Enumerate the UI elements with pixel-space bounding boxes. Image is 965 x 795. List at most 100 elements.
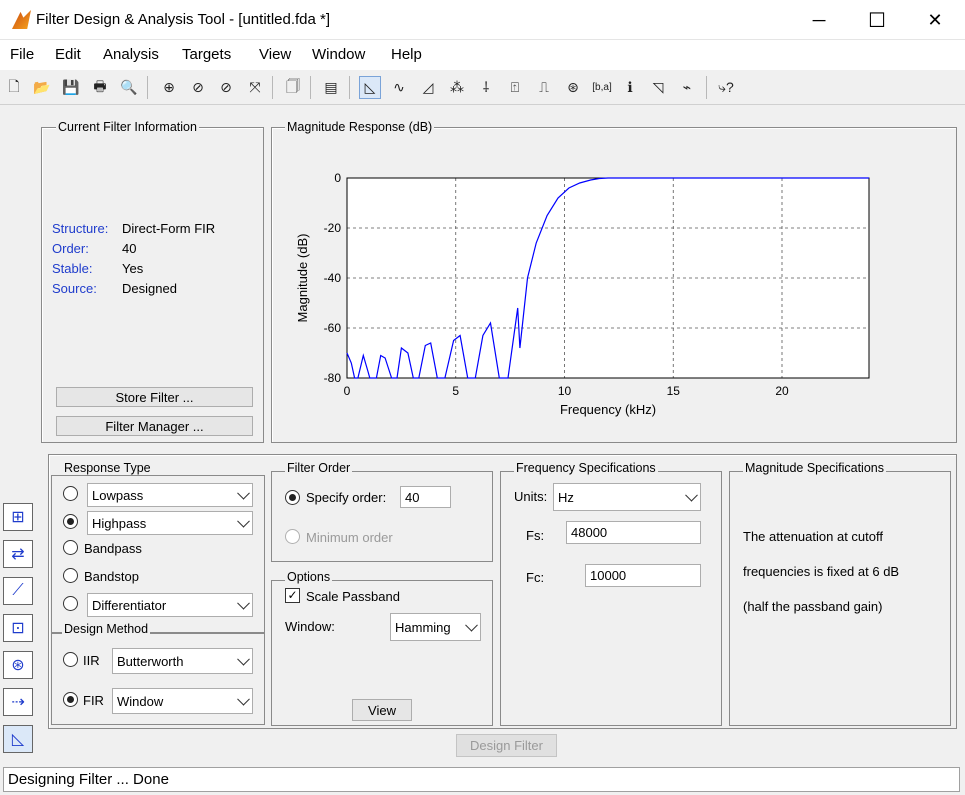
window-select-value: Hamming bbox=[395, 619, 451, 635]
new-icon[interactable]: 🗋 bbox=[3, 76, 25, 99]
menu-targets[interactable]: Targets bbox=[182, 46, 231, 63]
fc-input[interactable]: 10000 bbox=[585, 564, 701, 587]
impulse-icon[interactable]: ⍐ bbox=[504, 76, 526, 99]
specify-order-label: Specify order: bbox=[306, 490, 387, 505]
zoom-y-icon[interactable]: ⊘ bbox=[215, 76, 237, 99]
differentiator-select[interactable]: Differentiator bbox=[87, 593, 253, 617]
status-bar: Designing Filter ... Done bbox=[3, 767, 960, 792]
menu-window[interactable]: Window bbox=[312, 46, 365, 63]
iir-type-select[interactable]: Butterworth bbox=[112, 648, 253, 674]
sidebar-design-icon[interactable]: ⟋ bbox=[3, 577, 33, 605]
filter-manager-button[interactable]: Filter Manager ... bbox=[56, 416, 253, 436]
specify-order-radio[interactable] bbox=[285, 490, 300, 505]
window-select[interactable]: Hamming bbox=[390, 613, 481, 641]
print-icon[interactable]: 🖶 bbox=[89, 76, 111, 99]
step-icon[interactable]: ⎍ bbox=[533, 76, 555, 99]
menu-edit[interactable]: Edit bbox=[55, 46, 81, 63]
magnitude-estimate-icon[interactable]: ◹ bbox=[647, 76, 669, 99]
x-tick-label: 10 bbox=[558, 384, 572, 398]
print-preview-icon[interactable]: 🔍 bbox=[118, 76, 140, 99]
minimize-button[interactable]: ─ bbox=[790, 0, 848, 40]
toolbar-separator bbox=[706, 76, 707, 99]
current-filter-legend: Current Filter Information bbox=[56, 120, 199, 134]
highpass-select[interactable]: Highpass bbox=[87, 511, 253, 535]
new-figure-icon[interactable]: 🗍 bbox=[282, 76, 304, 99]
phase-icon[interactable]: ∿ bbox=[388, 76, 410, 99]
scale-passband-checkbox[interactable]: ✓ bbox=[285, 588, 300, 603]
filter-specs-icon[interactable]: ▤ bbox=[320, 76, 342, 99]
zoom-in-icon[interactable]: ⊕ bbox=[158, 76, 180, 99]
y-tick-label: -20 bbox=[324, 221, 342, 235]
minimum-order-label: Minimum order bbox=[306, 530, 393, 545]
frequency-specs-legend: Frequency Specifications bbox=[514, 461, 658, 475]
chevron-down-icon bbox=[237, 596, 250, 610]
scale-passband-label: Scale Passband bbox=[306, 589, 400, 604]
fir-type-select[interactable]: Window bbox=[112, 688, 253, 714]
sidebar-quantize-icon[interactable]: ⊡ bbox=[3, 614, 33, 642]
units-select-value: Hz bbox=[558, 489, 574, 505]
order-input[interactable]: 40 bbox=[400, 486, 451, 508]
source-label: Source: bbox=[52, 281, 97, 296]
x-tick-label: 5 bbox=[452, 384, 459, 398]
fir-radio[interactable] bbox=[63, 692, 78, 707]
maximize-button[interactable]: ☐ bbox=[848, 0, 906, 40]
chevron-down-icon bbox=[685, 488, 698, 502]
chevron-down-icon bbox=[237, 692, 250, 706]
mag-specs-text-3: (half the passband gain) bbox=[743, 599, 883, 614]
fc-label: Fc: bbox=[526, 570, 545, 585]
menu-view[interactable]: View bbox=[259, 46, 291, 63]
magnitude-icon[interactable]: ◺ bbox=[359, 76, 381, 99]
window-label: Window: bbox=[285, 619, 335, 634]
minimum-order-radio[interactable] bbox=[285, 529, 300, 544]
x-axis-label: Frequency (kHz) bbox=[560, 402, 656, 417]
coefficients-icon[interactable]: [b,a] bbox=[591, 76, 613, 99]
differentiator-radio[interactable] bbox=[63, 596, 78, 611]
window-title: Filter Design & Analysis Tool - [untitle… bbox=[36, 11, 331, 28]
magnitude-response-legend: Magnitude Response (dB) bbox=[285, 120, 435, 134]
whats-this-icon[interactable]: ⤷? bbox=[715, 76, 737, 99]
units-label: Units: bbox=[514, 489, 548, 504]
store-filter-button[interactable]: Store Filter ... bbox=[56, 387, 253, 407]
magnitude-response-chart[interactable]: 0 5 10 15 20 0 -20 -40 -60 -80 Frequency (kHz) Magn… bbox=[272, 140, 956, 440]
sidebar-pole-zero-icon[interactable]: ⊛ bbox=[3, 651, 33, 679]
highpass-radio[interactable] bbox=[63, 514, 78, 529]
fs-input[interactable]: 48000 bbox=[566, 521, 701, 544]
mag-phase-icon[interactable]: ◿ bbox=[417, 76, 439, 99]
phase-delay-icon[interactable]: ⸸ bbox=[475, 76, 497, 99]
toolbar-separator bbox=[147, 76, 148, 99]
y-tick-label: -80 bbox=[324, 371, 342, 385]
bandpass-radio[interactable] bbox=[63, 540, 78, 555]
mag-specs-text-1: The attenuation at cutoff bbox=[743, 529, 883, 544]
sidebar-multirate-icon[interactable]: ◺ bbox=[3, 725, 33, 753]
magnitude-specs-legend: Magnitude Specifications bbox=[743, 461, 886, 475]
source-value: Designed bbox=[122, 281, 177, 296]
bandstop-radio[interactable] bbox=[63, 568, 78, 583]
chevron-down-icon bbox=[465, 618, 478, 632]
units-select[interactable]: Hz bbox=[553, 483, 701, 511]
menu-help[interactable]: Help bbox=[391, 46, 422, 63]
view-button[interactable]: View bbox=[352, 699, 412, 721]
save-icon[interactable]: 💾 bbox=[60, 76, 82, 99]
chevron-down-icon bbox=[237, 652, 250, 666]
menu-analysis[interactable]: Analysis bbox=[103, 46, 159, 63]
y-tick-label: -40 bbox=[324, 271, 342, 285]
info-icon[interactable]: ℹ bbox=[619, 76, 641, 99]
lowpass-radio[interactable] bbox=[63, 486, 78, 501]
iir-radio[interactable] bbox=[63, 652, 78, 667]
zoom-x-icon[interactable]: ⊘ bbox=[187, 76, 209, 99]
highpass-select-value: Highpass bbox=[92, 515, 147, 531]
pole-zero-icon[interactable]: ⊛ bbox=[562, 76, 584, 99]
open-icon[interactable]: 📂 bbox=[31, 76, 53, 99]
differentiator-select-value: Differentiator bbox=[92, 597, 167, 613]
noise-power-icon[interactable]: ⌁ bbox=[676, 76, 698, 99]
lowpass-select[interactable]: Lowpass bbox=[87, 483, 253, 507]
group-delay-icon[interactable]: ⁂ bbox=[446, 76, 468, 99]
full-view-icon[interactable]: ⤧ bbox=[244, 76, 266, 99]
stable-value: Yes bbox=[122, 261, 144, 276]
sidebar-realize-icon[interactable]: ⇢ bbox=[3, 688, 33, 716]
design-filter-button[interactable]: Design Filter bbox=[456, 734, 557, 757]
close-button[interactable]: ✕ bbox=[906, 0, 964, 40]
menu-file[interactable]: File bbox=[10, 46, 34, 63]
sidebar-import-icon[interactable]: ⇄ bbox=[3, 540, 33, 568]
sidebar-xform-icon[interactable]: ⊞ bbox=[3, 503, 33, 531]
